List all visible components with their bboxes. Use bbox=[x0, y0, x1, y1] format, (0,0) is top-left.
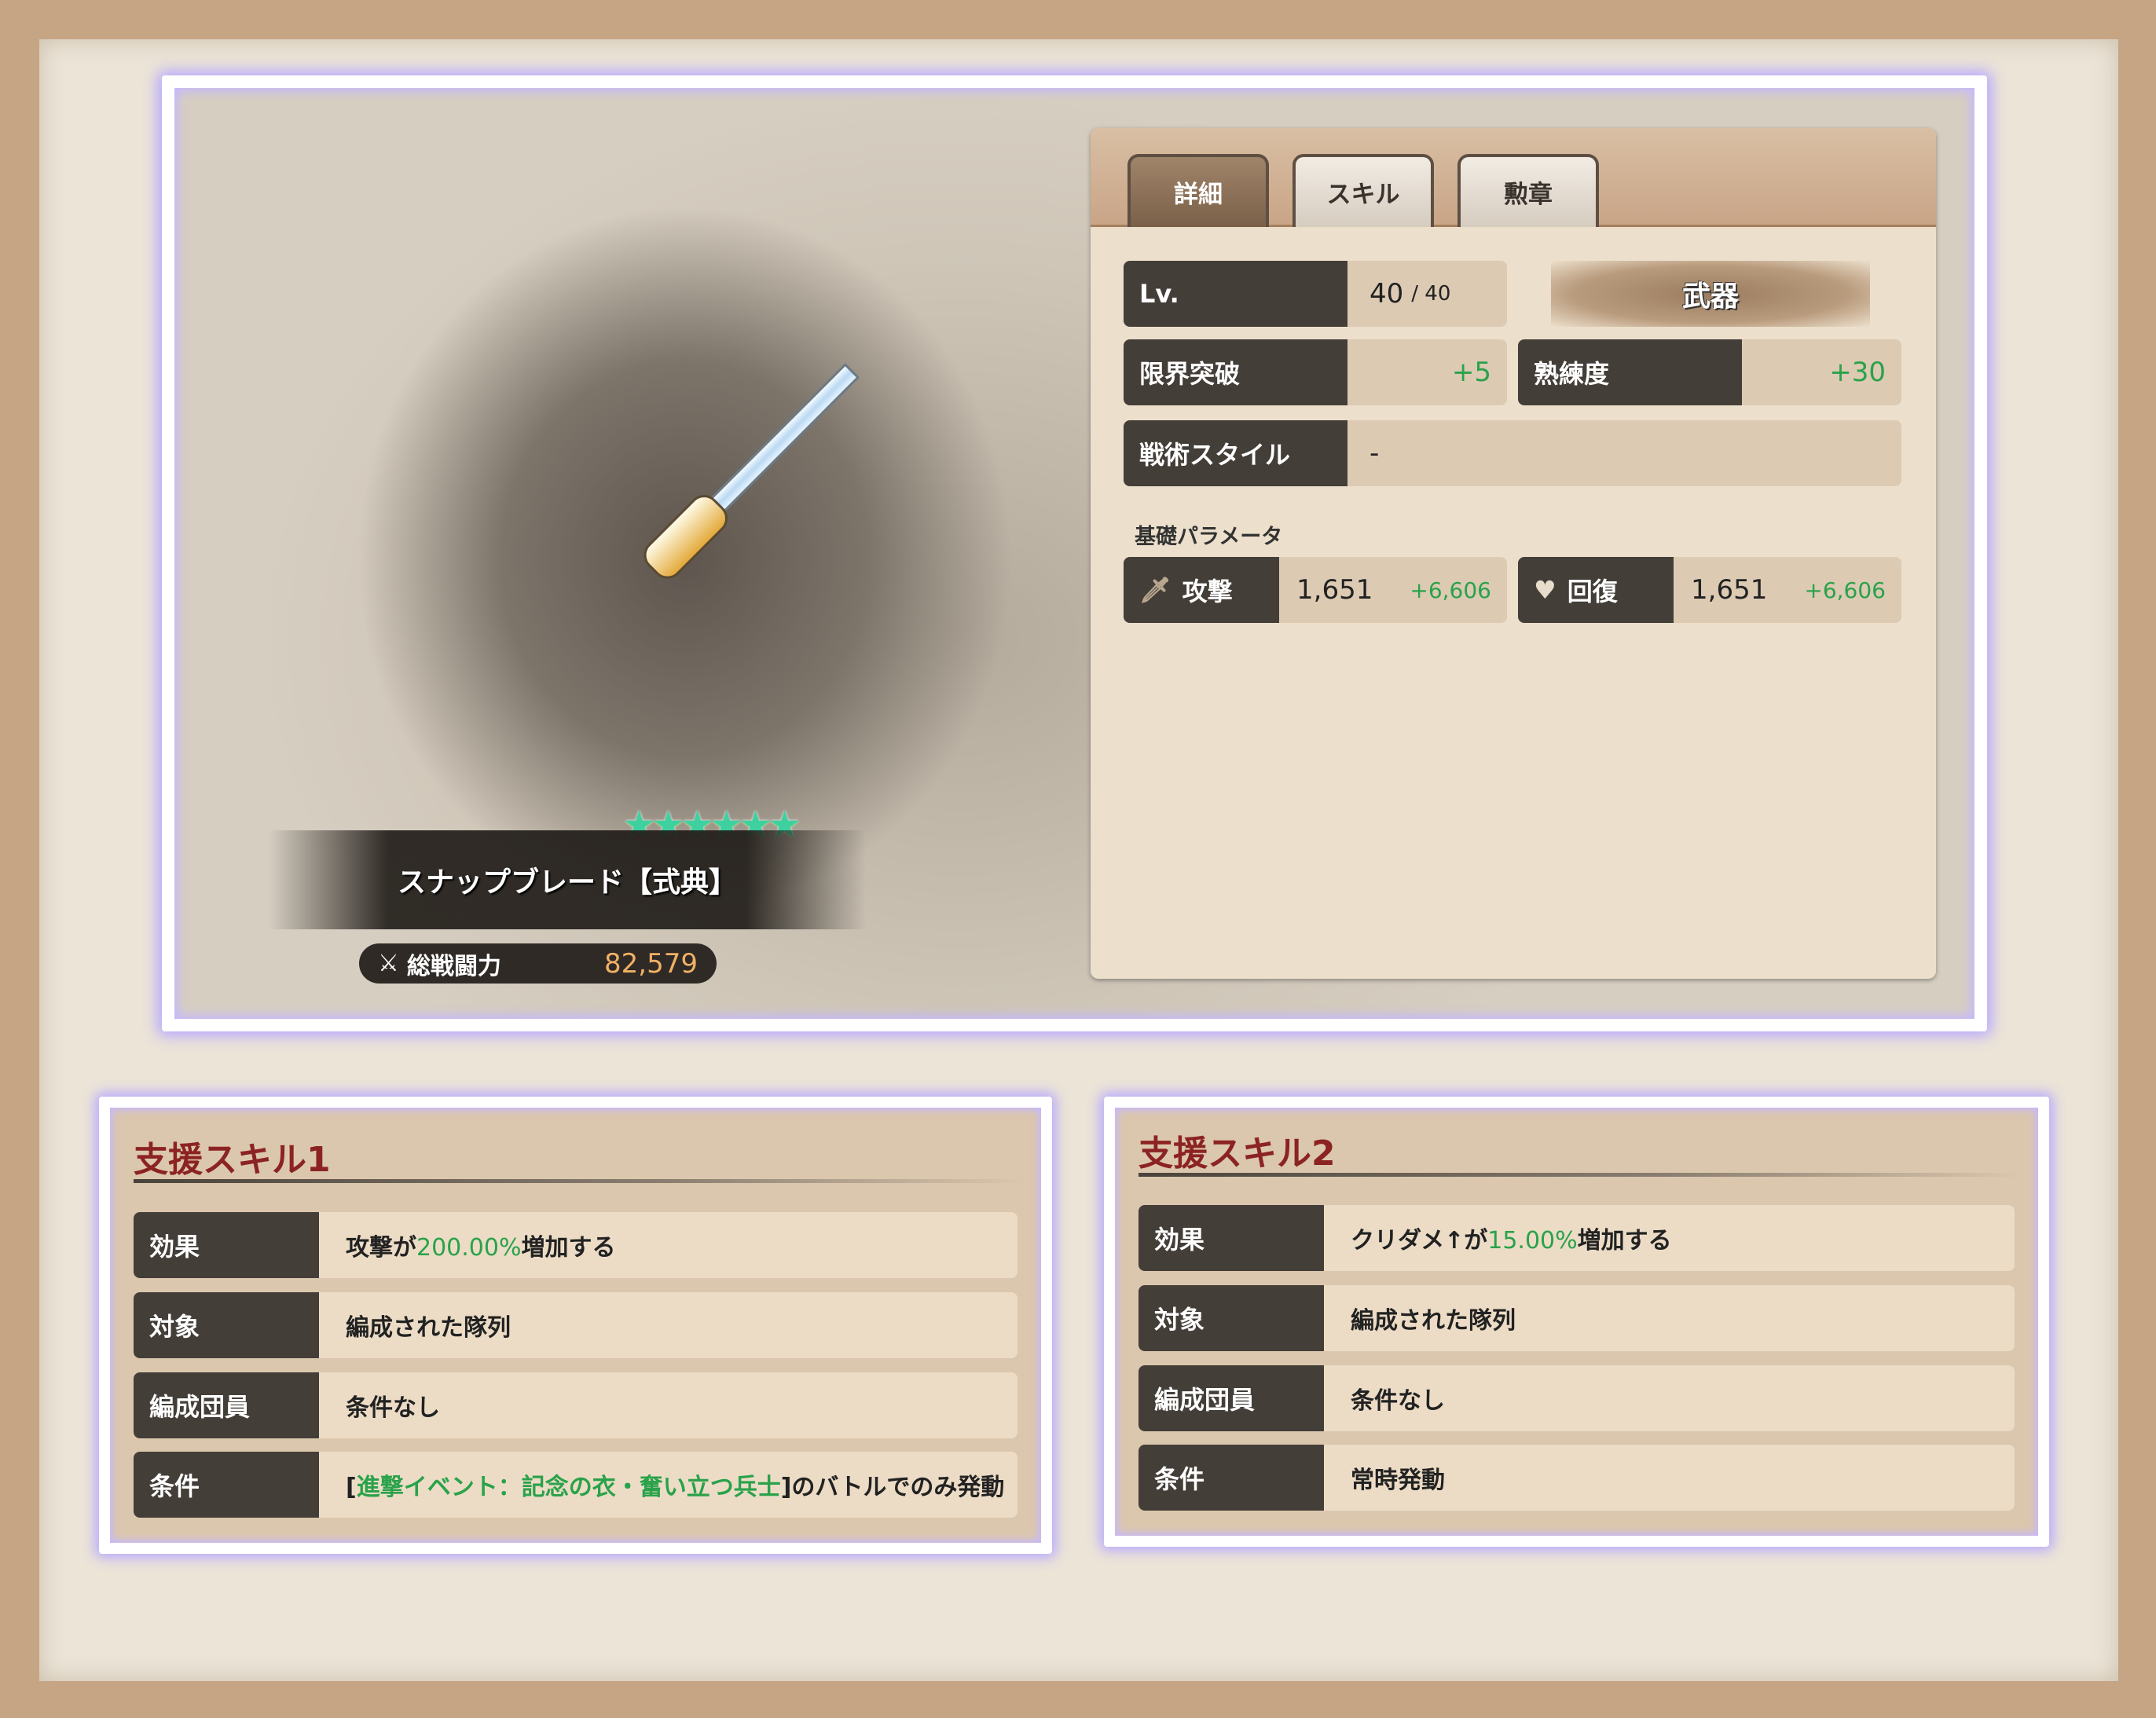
level-max: / 40 bbox=[1411, 282, 1451, 306]
condition-row: 条件 [進撃イベント：記念の衣・奮い立つ兵士]のバトルでのみ発動 bbox=[134, 1452, 1018, 1518]
bracket-open: [ bbox=[346, 1474, 357, 1501]
target-value: 編成された隊列 bbox=[1351, 1307, 1516, 1335]
target-label: 対象 bbox=[1138, 1285, 1324, 1351]
level-label: Lv. bbox=[1124, 261, 1348, 327]
target-row: 対象 編成された隊列 bbox=[134, 1292, 1018, 1358]
tactic-value: - bbox=[1370, 438, 1380, 469]
tab-medals[interactable]: 勲章 bbox=[1458, 154, 1599, 227]
effect-value: クリダメ↑が15.00%増加する bbox=[1324, 1221, 1672, 1255]
sword-stat-icon: 🗡 bbox=[1139, 575, 1172, 605]
member-row: 編成団員 条件なし bbox=[134, 1372, 1018, 1438]
tactic-label: 戦術スタイル bbox=[1124, 420, 1348, 486]
effect-number: 15.00% bbox=[1487, 1227, 1578, 1255]
effect-label: 効果 bbox=[134, 1212, 319, 1278]
category-header: 武器 bbox=[1551, 261, 1870, 327]
effect-text: 攻撃が bbox=[346, 1234, 416, 1262]
member-value: 条件なし bbox=[1351, 1387, 1445, 1415]
support-skill-1-card: 支援スキル1 効果 攻撃が200.00%増加する 対象 編成された隊列 編成団員 条件… bbox=[99, 1097, 1052, 1554]
effect-value: 攻撃が200.00%増加する bbox=[319, 1228, 615, 1262]
level-row: Lv. 40 / 40 bbox=[1124, 261, 1507, 327]
proficiency-value: +30 bbox=[1829, 357, 1886, 388]
effect-row: 効果 クリダメ↑が15.00%増加する bbox=[1138, 1205, 2015, 1271]
event-name: 進撃イベント：記念の衣・奮い立つ兵士 bbox=[356, 1474, 781, 1501]
crossed-swords-icon: ⚔ bbox=[378, 950, 399, 977]
proficiency-label: 熟練度 bbox=[1518, 339, 1742, 405]
effect-number: 200.00% bbox=[416, 1234, 522, 1262]
power-label: 総戦闘力 bbox=[406, 952, 501, 980]
sword-icon bbox=[637, 363, 860, 585]
target-value: 編成された隊列 bbox=[346, 1314, 511, 1342]
power-value: 82,579 bbox=[604, 947, 698, 980]
total-power-pill: ⚔ 総戦闘力 82,579 bbox=[359, 943, 717, 984]
attack-row: 🗡 攻撃 1,651 +6,606 bbox=[1124, 557, 1507, 623]
attack-label-cell: 🗡 攻撃 bbox=[1124, 557, 1279, 623]
attack-label: 攻撃 bbox=[1182, 577, 1233, 606]
effect-text-post: 増加する bbox=[1577, 1227, 1672, 1255]
member-row: 編成団員 条件なし bbox=[1138, 1365, 2015, 1431]
limit-break-row: 限界突破 +5 bbox=[1124, 339, 1507, 405]
divider bbox=[1138, 1173, 2022, 1177]
item-name-bar: スナップブレード【式典】 bbox=[269, 830, 866, 929]
support-skill-2-card: 支援スキル2 効果 クリダメ↑が15.00%増加する 対象 編成された隊列 編成団員… bbox=[1104, 1097, 2049, 1547]
tab-details[interactable]: 詳細 bbox=[1128, 154, 1269, 227]
condition-label: 条件 bbox=[134, 1452, 319, 1518]
condition-value: [進撃イベント：記念の衣・奮い立つ兵士]のバトルでのみ発動 bbox=[319, 1467, 1004, 1502]
support-skill-2-title: 支援スキル2 bbox=[1138, 1134, 1336, 1174]
condition-label: 条件 bbox=[1138, 1445, 1324, 1511]
attack-value: 1,651 bbox=[1296, 574, 1373, 606]
tab-bar: 詳細 スキル 勲章 bbox=[1091, 128, 1936, 227]
tab-skills[interactable]: スキル bbox=[1292, 154, 1434, 227]
effect-text: クリダメ↑が bbox=[1351, 1227, 1488, 1255]
attack-bonus: +6,606 bbox=[1410, 577, 1491, 603]
heart-plus-icon: ♥ bbox=[1534, 575, 1556, 605]
target-row: 対象 編成された隊列 bbox=[1138, 1285, 2015, 1351]
heal-label: 回復 bbox=[1567, 577, 1618, 606]
limit-break-label: 限界突破 bbox=[1124, 339, 1348, 405]
effect-label: 効果 bbox=[1138, 1205, 1324, 1271]
condition-row: 条件 常時発動 bbox=[1138, 1445, 2015, 1511]
heal-bonus: +6,606 bbox=[1804, 577, 1886, 603]
effect-text-post: 増加する bbox=[521, 1234, 616, 1262]
heal-label-cell: ♥ 回復 bbox=[1518, 557, 1674, 623]
effect-row: 効果 攻撃が200.00%増加する bbox=[134, 1212, 1018, 1278]
member-label: 編成団員 bbox=[134, 1372, 319, 1438]
target-label: 対象 bbox=[134, 1292, 319, 1358]
heal-row: ♥ 回復 1,651 +6,606 bbox=[1518, 557, 1901, 623]
condition-suffix: ]のバトルでのみ発動 bbox=[780, 1474, 1005, 1501]
member-value: 条件なし bbox=[346, 1394, 440, 1422]
member-label: 編成団員 bbox=[1138, 1365, 1324, 1431]
divider bbox=[134, 1179, 1025, 1183]
detail-panel: 詳細 スキル 勲章 Lv. 40 / 40 武器 限界突破 +5 熟練度 +30… bbox=[1091, 128, 1936, 979]
limit-break-value: +5 bbox=[1451, 357, 1491, 388]
level-value: 40 bbox=[1370, 278, 1404, 310]
condition-value: 常時発動 bbox=[1351, 1467, 1445, 1494]
heal-value: 1,651 bbox=[1691, 574, 1768, 606]
proficiency-row: 熟練度 +30 bbox=[1518, 339, 1901, 405]
base-params-heading: 基礎パラメータ bbox=[1135, 525, 1283, 549]
item-name: スナップブレード【式典】 bbox=[397, 866, 737, 899]
support-skill-1-title: 支援スキル1 bbox=[134, 1140, 331, 1180]
tactic-row: 戦術スタイル - bbox=[1124, 420, 1901, 486]
